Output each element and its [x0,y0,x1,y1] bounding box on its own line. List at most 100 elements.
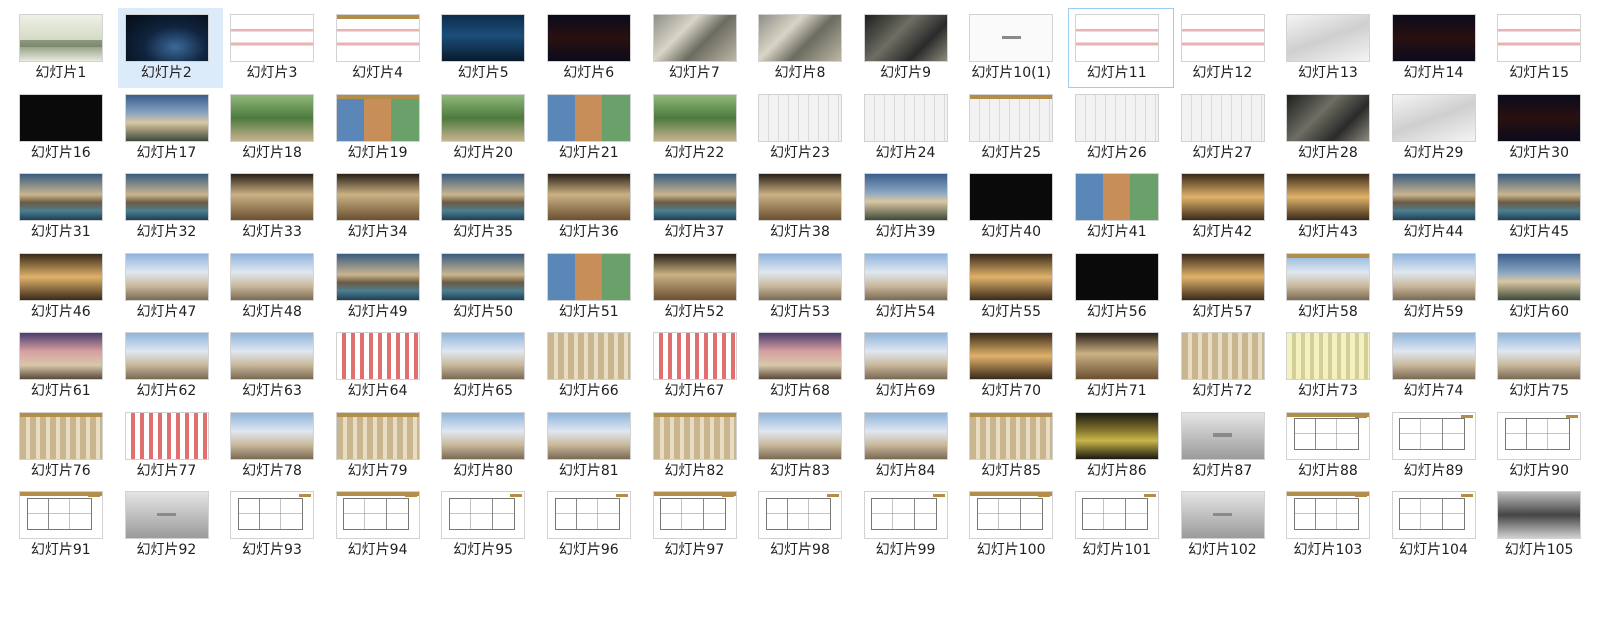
slide-thumbnail[interactable] [546,411,631,460]
slide-thumbnail[interactable] [969,491,1054,539]
slide-thumbnail[interactable] [441,332,526,380]
slide-thumbnail[interactable] [652,252,737,301]
slide-thumbnail[interactable] [863,173,948,221]
slide-thumbnail[interactable] [1074,14,1159,62]
slide-thumbnail[interactable] [546,93,631,142]
slide-tile[interactable]: 幻灯片57 [1174,247,1280,327]
slide-thumbnail[interactable] [1286,491,1371,539]
slide-thumbnail[interactable] [546,252,631,301]
slide-thumbnail[interactable] [652,14,737,62]
slide-thumbnail[interactable] [1497,14,1582,62]
slide-tile[interactable]: 幻灯片68 [751,326,857,406]
slide-thumbnail[interactable] [230,411,315,460]
slide-tile[interactable]: 幻灯片71 [1068,326,1174,406]
slide-tile[interactable]: 幻灯片34 [329,167,435,247]
slide-tile[interactable]: 幻灯片67 [646,326,752,406]
slide-tile[interactable]: 幻灯片85 [962,406,1068,486]
slide-thumbnail[interactable] [335,491,420,539]
slide-thumbnail[interactable] [1391,173,1476,221]
slide-tile[interactable]: 幻灯片87 [1174,406,1280,486]
slide-thumbnail[interactable] [546,173,631,221]
slide-tile[interactable]: 幻灯片55 [962,247,1068,327]
slide-tile[interactable]: 幻灯片86 [1068,406,1174,486]
slide-tile[interactable]: 幻灯片97 [646,485,752,565]
slide-tile[interactable]: 幻灯片56 [1068,247,1174,327]
slide-thumbnail[interactable] [19,93,103,142]
slide-thumbnail[interactable] [652,332,737,380]
slide-tile[interactable]: 幻灯片21 [540,88,646,168]
slide-thumbnail[interactable] [19,14,103,62]
slide-thumbnail[interactable] [335,173,420,221]
slide-thumbnail[interactable] [1180,173,1265,221]
slide-tile[interactable]: 幻灯片3 [223,8,329,88]
slide-tile[interactable]: 幻灯片43 [1279,167,1385,247]
slide-tile[interactable]: 幻灯片91 [12,485,118,565]
slide-tile[interactable]: 幻灯片94 [329,485,435,565]
slide-thumbnail[interactable] [124,491,209,539]
slide-tile[interactable]: 幻灯片69 [857,326,963,406]
slide-tile[interactable]: 幻灯片42 [1174,167,1280,247]
slide-tile[interactable]: 幻灯片105 [1490,485,1596,565]
slide-thumbnail[interactable] [758,93,843,142]
slide-tile[interactable]: 幻灯片27 [1174,88,1280,168]
slide-thumbnail[interactable] [19,491,103,539]
slide-thumbnail[interactable] [969,173,1054,221]
slide-thumbnail[interactable] [1497,252,1582,301]
slide-thumbnail[interactable] [124,173,209,221]
slide-thumbnail[interactable] [124,93,209,142]
slide-thumbnail[interactable] [546,332,631,380]
slide-thumbnail[interactable] [863,491,948,539]
slide-tile[interactable]: 幻灯片83 [751,406,857,486]
slide-thumbnail[interactable] [1180,14,1265,62]
slide-thumbnail[interactable] [1497,491,1582,539]
slide-tile[interactable]: 幻灯片93 [223,485,329,565]
slide-tile[interactable]: 幻灯片31 [12,167,118,247]
slide-thumbnail[interactable] [124,14,209,62]
slide-tile[interactable]: 幻灯片65 [434,326,540,406]
slide-thumbnail[interactable] [1180,252,1265,301]
slide-tile[interactable]: 幻灯片90 [1490,406,1596,486]
slide-thumbnail[interactable] [1286,252,1371,301]
slide-tile[interactable]: 幻灯片54 [857,247,963,327]
slide-thumbnail[interactable] [546,491,631,539]
slide-tile[interactable]: 幻灯片13 [1279,8,1385,88]
slide-thumbnail[interactable] [1180,491,1265,539]
slide-thumbnail[interactable] [230,332,315,380]
slide-thumbnail[interactable] [19,411,103,460]
slide-tile[interactable]: 幻灯片2 [117,8,224,88]
slide-thumbnail[interactable] [1074,332,1159,380]
slide-thumbnail[interactable] [19,252,103,301]
slide-thumbnail[interactable] [441,14,526,62]
slide-thumbnail[interactable] [1497,173,1582,221]
slide-thumbnail[interactable] [19,332,103,380]
slide-thumbnail[interactable] [652,93,737,142]
slide-thumbnail[interactable] [124,252,209,301]
slide-thumbnail[interactable] [1391,14,1476,62]
slide-thumbnail[interactable] [441,173,526,221]
slide-thumbnail[interactable] [1391,491,1476,539]
slide-tile[interactable]: 幻灯片53 [751,247,857,327]
slide-thumbnail[interactable] [652,491,737,539]
slide-tile[interactable]: 幻灯片7 [646,8,752,88]
slide-tile[interactable]: 幻灯片52 [646,247,752,327]
slide-tile[interactable]: 幻灯片12 [1174,8,1280,88]
slide-tile[interactable]: 幻灯片92 [118,485,224,565]
slide-thumbnail[interactable] [1497,93,1582,142]
slide-tile[interactable]: 幻灯片80 [434,406,540,486]
slide-tile[interactable]: 幻灯片75 [1490,326,1596,406]
slide-thumbnail[interactable] [1286,411,1371,460]
slide-tile[interactable]: 幻灯片51 [540,247,646,327]
slide-tile[interactable]: 幻灯片63 [223,326,329,406]
slide-tile[interactable]: 幻灯片76 [12,406,118,486]
slide-tile[interactable]: 幻灯片6 [540,8,646,88]
slide-tile[interactable]: 幻灯片5 [434,8,540,88]
slide-tile[interactable]: 幻灯片101 [1068,485,1174,565]
slide-tile[interactable]: 幻灯片37 [646,167,752,247]
slide-tile[interactable]: 幻灯片14 [1385,8,1491,88]
slide-tile[interactable]: 幻灯片82 [646,406,752,486]
slide-thumbnail[interactable] [758,411,843,460]
slide-tile[interactable]: 幻灯片60 [1490,247,1596,327]
slide-tile[interactable]: 幻灯片84 [857,406,963,486]
slide-tile[interactable]: 幻灯片36 [540,167,646,247]
slide-thumbnail[interactable] [969,411,1054,460]
